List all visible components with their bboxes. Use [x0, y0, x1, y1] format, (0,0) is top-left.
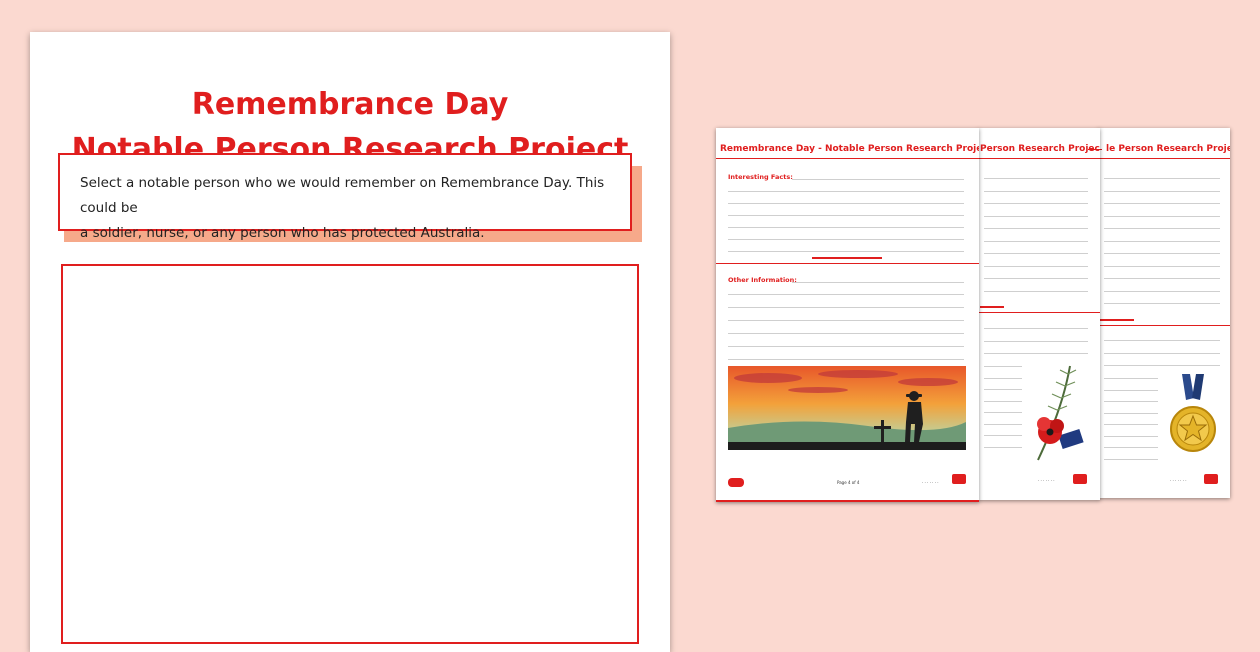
- writing-line: [1104, 412, 1158, 414]
- writing-line: [1104, 203, 1220, 204]
- footer-url: · · · · · · ·: [1038, 478, 1055, 483]
- writing-line: [984, 340, 1088, 342]
- divider: [978, 312, 1100, 313]
- divider: [1098, 325, 1230, 326]
- writing-line: [728, 333, 964, 334]
- brand-logo: [728, 478, 744, 487]
- preview-page-3: le Person Research Project · · · · · · ·: [1098, 128, 1230, 498]
- writing-line: [728, 359, 964, 360]
- footer-page-number: Page 4 of 4: [837, 480, 860, 485]
- writing-line: [1104, 447, 1158, 448]
- writing-line: [1104, 458, 1158, 460]
- answer-area: [61, 264, 639, 644]
- writing-line: [792, 179, 964, 180]
- writing-line: [984, 203, 1088, 204]
- writing-line: [984, 240, 1088, 242]
- writing-line: [1104, 290, 1220, 292]
- writing-line: [984, 366, 1022, 367]
- footer-logo-badge: [952, 474, 966, 484]
- writing-line: [792, 282, 964, 283]
- preview-page-1-header: Remembrance Day - Notable Person Researc…: [716, 142, 979, 156]
- divider: [1098, 158, 1230, 159]
- footer-url: · · · · · · ·: [1170, 478, 1187, 483]
- writing-line: [984, 412, 1022, 413]
- writing-line: [1104, 352, 1220, 354]
- writing-line: [984, 228, 1088, 229]
- intro-instructions-box: Select a notable person who we would rem…: [58, 153, 632, 241]
- divider: [716, 263, 979, 264]
- writing-line: [1104, 435, 1158, 437]
- writing-line: [984, 400, 1022, 402]
- writing-line: [1104, 253, 1220, 254]
- writing-line: [1104, 190, 1220, 192]
- gold-medal-icon: [1170, 374, 1216, 452]
- writing-line: [984, 377, 1022, 379]
- writing-line: [984, 178, 1088, 179]
- other-information-label: Other Information:: [728, 276, 797, 284]
- writing-line: [728, 346, 964, 347]
- writing-line: [1104, 340, 1220, 341]
- writing-line: [984, 446, 1022, 448]
- writing-line: [984, 265, 1088, 267]
- preview-page-2-header: Person Research Project: [978, 142, 1100, 156]
- intro-line-2: a soldier, nurse, or any person who has …: [80, 225, 485, 241]
- writing-line: [728, 320, 964, 321]
- footer-url: · · · · · · ·: [922, 480, 939, 485]
- writing-line: [1104, 303, 1220, 304]
- writing-line: [1104, 178, 1220, 179]
- divider: [812, 257, 882, 259]
- writing-line: [984, 389, 1022, 390]
- writing-line: [984, 215, 1088, 217]
- writing-line: [984, 328, 1088, 329]
- writing-line: [1104, 401, 1158, 402]
- footer-logo-badge: [1073, 474, 1087, 484]
- writing-line: [984, 190, 1088, 192]
- soldier-silhouette-illustration: [728, 366, 966, 450]
- writing-line: [984, 253, 1088, 254]
- writing-line: [984, 423, 1022, 425]
- divider: [978, 158, 1100, 159]
- title-line-1: Remembrance Day: [191, 87, 509, 122]
- writing-line: [1104, 389, 1158, 391]
- divider: [716, 158, 979, 159]
- preview-page-1: Remembrance Day - Notable Person Researc…: [716, 128, 979, 502]
- writing-line: [1104, 424, 1158, 425]
- preview-page-2-header-text: Person Research Project: [978, 144, 1100, 154]
- writing-line: [984, 290, 1088, 292]
- writing-line: [1104, 265, 1220, 267]
- writing-line: [984, 278, 1088, 279]
- interesting-facts-label: Interesting Facts:: [728, 173, 793, 181]
- writing-line: [728, 251, 964, 252]
- writing-line: [1104, 228, 1220, 229]
- writing-line: [1104, 215, 1220, 217]
- writing-line: [728, 294, 964, 295]
- writing-line: [728, 307, 964, 308]
- preview-page-3-header: le Person Research Project: [1098, 142, 1230, 156]
- writing-line: [728, 191, 964, 192]
- writing-line: [1104, 278, 1220, 279]
- writing-line: [1104, 378, 1158, 379]
- preview-page-3-header-text: le Person Research Project: [1102, 144, 1230, 154]
- writing-line: [728, 203, 964, 204]
- writing-line: [728, 227, 964, 228]
- writing-line: [984, 353, 1088, 354]
- poppy-rosemary-icon: [1037, 365, 1084, 461]
- divider: [980, 306, 1004, 308]
- writing-line: [984, 435, 1022, 436]
- intro-line-1: Select a notable person who we would rem…: [80, 175, 605, 216]
- writing-line: [1104, 240, 1220, 242]
- footer-logo-badge: [1204, 474, 1218, 484]
- preview-page-1-header-text: Remembrance Day - Notable Person Researc…: [716, 144, 979, 154]
- writing-line: [1104, 365, 1220, 366]
- divider: [1100, 319, 1134, 321]
- footer-bar: [716, 500, 979, 502]
- preview-page-2: Person Research Project · · · · · · ·: [978, 128, 1100, 500]
- writing-line: [728, 215, 964, 216]
- writing-line: [728, 239, 964, 240]
